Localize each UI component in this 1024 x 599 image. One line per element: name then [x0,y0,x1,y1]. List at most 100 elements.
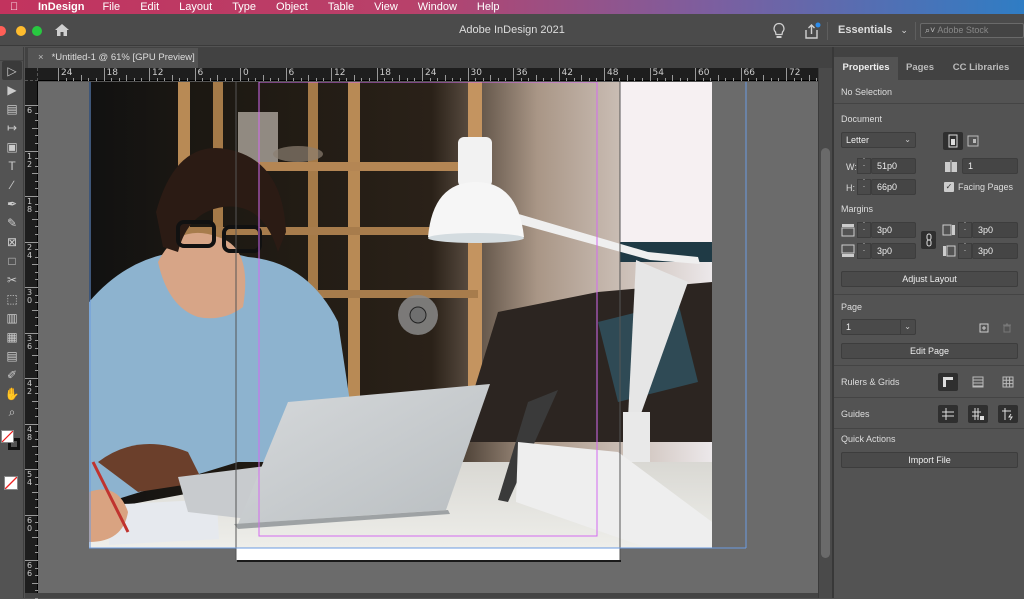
line-tool[interactable]: ∕ [2,175,22,194]
tab-properties[interactable]: Properties [834,57,898,80]
fill-swatch[interactable] [1,430,14,443]
apply-none-swatch[interactable] [4,476,18,490]
close-tab-icon[interactable]: × [38,52,44,63]
hand-tool[interactable]: ✋ [2,384,22,403]
top-margin-field[interactable]: 3p0 [871,222,916,238]
bottom-margin-field[interactable]: 3p0 [871,243,916,259]
direct-selection-tool[interactable]: ▶ [2,80,22,99]
link-margins-button[interactable] [921,231,936,249]
document-grid-button[interactable] [998,373,1018,391]
tools-panel: ▷ ▶ ▤ ↦ ▣ T ∕ ✒ ✎ ⊠ □ ✂ ⬚ ▥ ▦ ▤ ✐ ✋ ⌕ [0,47,24,598]
outside-margin-stepper[interactable]: ˆˇ [958,243,972,259]
lightbulb-icon[interactable] [772,22,786,40]
menu-type[interactable]: Type [232,1,256,13]
ruler-major-tick [422,68,423,81]
rectangle-frame-tool[interactable]: ⊠ [2,232,22,251]
menu-layout[interactable]: Layout [179,1,212,13]
gradient-feather-tool[interactable]: ▦ [2,327,22,346]
eyedropper-tool[interactable]: ✐ [2,365,22,384]
ruler-minor-tick [255,78,257,81]
inside-margin-stepper[interactable]: ˆˇ [958,222,972,238]
note-icon: ▤ [6,348,18,363]
width-field[interactable]: 51p0 [871,158,916,174]
content-collector-tool[interactable]: ▣ [2,137,22,156]
zoom-tool[interactable]: ⌕ [2,403,22,422]
show-guides-button[interactable] [938,405,958,423]
apple-icon[interactable]:  [10,1,24,13]
menu-file[interactable]: File [102,1,120,13]
landscape-orientation-button[interactable] [963,132,983,150]
pencil-icon: ✎ [6,215,18,230]
page-size-select[interactable]: Letter ⌄ [841,132,916,148]
ruler-minor-tick [179,78,181,81]
gradient-swatch-tool[interactable]: ▥ [2,308,22,327]
menu-object[interactable]: Object [276,1,308,13]
toolbar-grip[interactable] [0,47,23,61]
pencil-tool[interactable]: ✎ [2,213,22,232]
vertical-ruler[interactable]: 6 12 18 24 30 36 42 48 54 60 66 [25,81,38,599]
horizontal-ruler[interactable]: 24 18 12 6 0 6 12 18 24 30 36 42 48 54 60 66 72 [38,68,825,81]
add-page-icon[interactable] [979,323,989,333]
content-grabber[interactable] [398,295,438,335]
width-stepper[interactable]: ˆˇ [857,158,871,174]
menu-edit[interactable]: Edit [140,1,159,13]
ruler-minor-tick [566,78,568,81]
menu-app-name[interactable]: InDesign [38,1,84,13]
fill-stroke-swatches[interactable] [0,426,23,462]
outside-margin-field[interactable]: 3p0 [972,243,1018,259]
ruler-label: 54 [652,68,664,78]
menu-view[interactable]: View [374,1,398,13]
menu-table[interactable]: Table [328,1,354,13]
adobe-stock-search[interactable]: ⌕˅ Adobe Stock [920,23,1024,38]
scissors-tool[interactable]: ✂ [2,270,22,289]
top-margin-stepper[interactable]: ˆˇ [857,222,871,238]
document-tab[interactable]: × *Untitled-1 @ 61% [GPU Preview] [28,48,198,68]
delete-page-icon[interactable] [1002,323,1012,333]
ruler-minor-tick [368,78,370,81]
pages-count-field[interactable]: 1 [962,158,1018,174]
portrait-orientation-button[interactable] [943,132,963,150]
note-tool[interactable]: ▤ [2,346,22,365]
ruler-label: 30 [27,288,33,305]
show-rulers-button[interactable] [938,373,958,391]
ruler-minor-tick [262,75,264,81]
ruler-minor-tick [497,78,499,81]
baseline-grid-button[interactable] [968,373,988,391]
import-file-button[interactable]: Import File [841,452,1018,468]
zoom-icon: ⌕ [8,405,16,419]
inside-margin-field[interactable]: 3p0 [972,222,1018,238]
rectangle-tool[interactable]: □ [2,251,22,270]
tab-cc-libraries[interactable]: CC Libraries [942,57,1020,80]
lock-guides-button[interactable] [968,405,988,423]
vertical-scrollbar[interactable] [818,68,832,598]
menu-window[interactable]: Window [418,1,457,13]
type-tool[interactable]: T [2,156,22,175]
pen-tool[interactable]: ✒ [2,194,22,213]
edit-page-button[interactable]: Edit Page [841,343,1018,359]
tab-pages[interactable]: Pages [898,57,942,80]
ruler-major-tick [558,68,560,81]
scrollbar-thumb[interactable] [821,148,830,558]
ruler-minor-tick [141,78,143,81]
height-field[interactable]: 66p0 [871,179,916,195]
menu-help[interactable]: Help [477,1,500,13]
workspace-switcher[interactable]: Essentials ⌄ [838,24,908,36]
ruler-minor-tick [505,78,507,81]
ruler-origin[interactable] [25,68,38,81]
share-icon[interactable] [803,22,821,40]
height-stepper[interactable]: ˆˇ [857,179,871,195]
ruler-minor-tick [770,78,772,81]
document-spread[interactable] [38,82,818,598]
gap-tool[interactable]: ↦ [2,118,22,137]
height-label: H: [846,183,855,193]
page-select[interactable]: 1 ⌄ [841,319,916,335]
page-tool[interactable]: ▤ [2,99,22,118]
adjust-layout-button[interactable]: Adjust Layout [841,271,1018,287]
selection-tool[interactable]: ▷ [2,61,22,80]
chevron-down-icon: ⌄ [900,320,911,334]
free-transform-tool[interactable]: ⬚ [2,289,22,308]
pasteboard[interactable] [38,82,818,598]
bottom-margin-stepper[interactable]: ˆˇ [857,243,871,259]
facing-pages-checkbox[interactable]: ✓ [944,182,954,192]
smart-guides-button[interactable] [998,405,1018,423]
